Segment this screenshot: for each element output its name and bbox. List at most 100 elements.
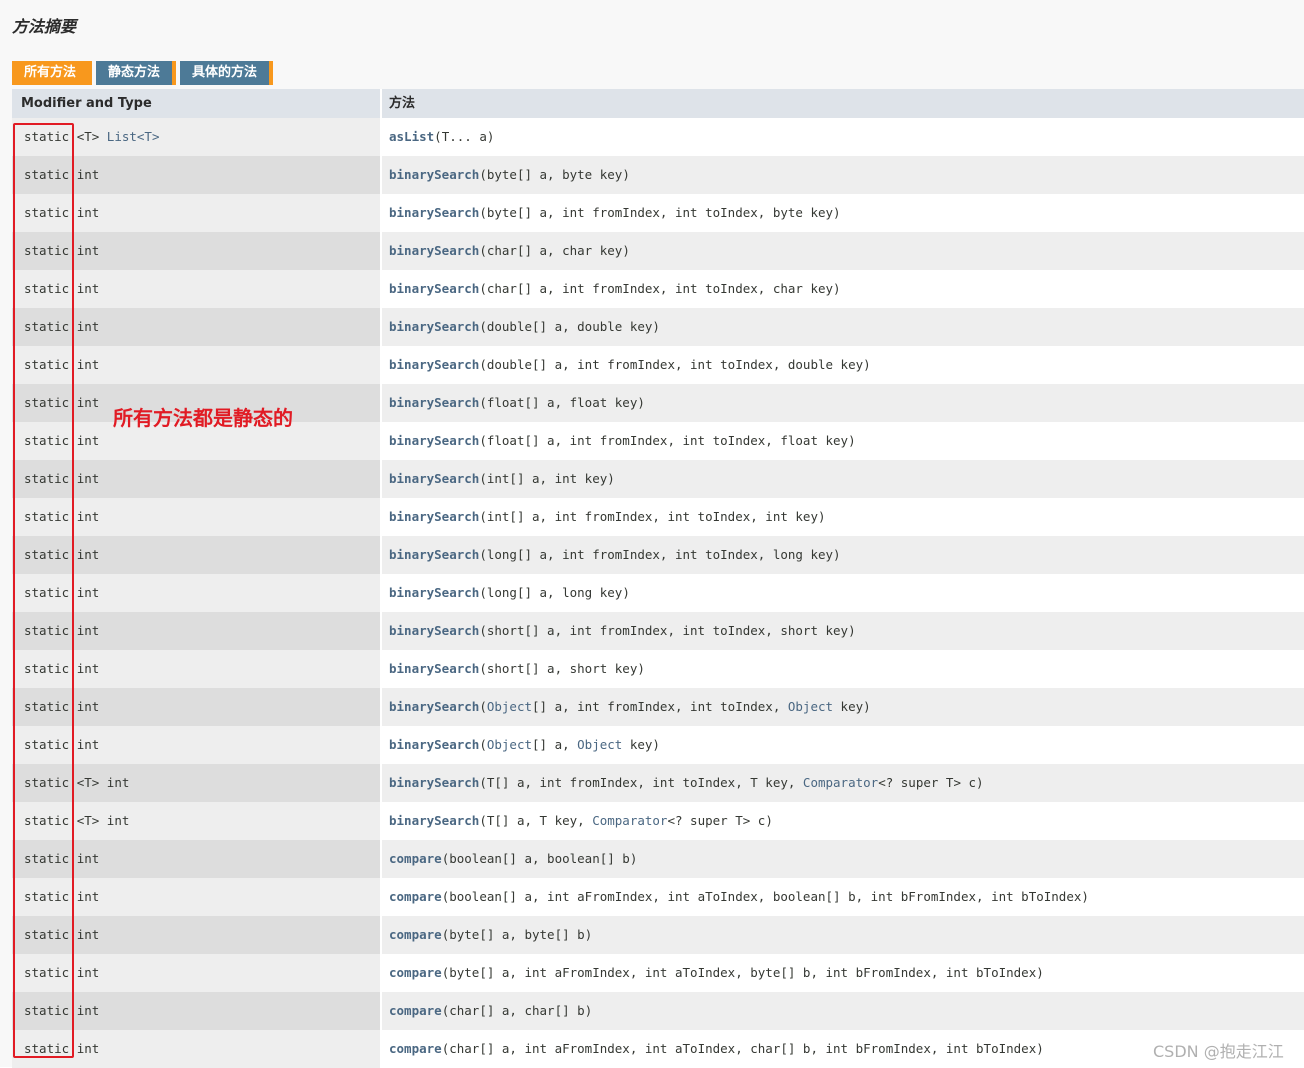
method-link[interactable]: binarySearch (389, 471, 479, 486)
return-type: int (76, 927, 100, 942)
return-type: int (76, 471, 100, 486)
method-signature-cell: binarySearch(int[] a, int fromIndex, int… (382, 498, 1304, 536)
return-type: int (76, 585, 100, 600)
modifier-type-cell: static int (12, 194, 382, 232)
table-row: static int compare(char[] a, int aFromInd… (12, 1030, 1304, 1068)
method-rows: static <T> List<T> asList(T... a) static i… (12, 118, 1304, 1068)
type-link[interactable]: Object (487, 737, 532, 752)
method-link[interactable]: binarySearch (389, 167, 479, 182)
type-link[interactable]: Comparator (803, 775, 878, 790)
table-row: static int compare(boolean[] a, int aFrom… (12, 878, 1304, 916)
method-link[interactable]: binarySearch (389, 699, 479, 714)
method-link[interactable]: compare (389, 1041, 442, 1056)
method-link[interactable]: binarySearch (389, 775, 479, 790)
modifier-keyword: static (24, 243, 70, 258)
return-type: int (76, 395, 100, 410)
return-type: int (76, 205, 100, 220)
method-params: short[] a, int fromIndex, int toIndex, s… (486, 623, 849, 638)
method-params: boolean[] a, boolean[] b (449, 851, 630, 866)
method-signature-cell: compare(byte[] a, byte[] b) (382, 916, 1304, 954)
method-summary: 方法摘要 所有方法 静态方法 具体的方法 Modifier and Type 方… (0, 0, 1304, 1068)
method-link[interactable]: binarySearch (389, 281, 479, 296)
method-link[interactable]: compare (389, 851, 442, 866)
method-link[interactable]: compare (389, 927, 442, 942)
method-link[interactable]: binarySearch (389, 585, 479, 600)
method-signature-cell: binarySearch(T[] a, T key, Comparator<? … (382, 802, 1304, 840)
table-row: static <T> List<T> asList(T... a) (12, 118, 1304, 156)
method-signature-cell: compare(boolean[] a, boolean[] b) (382, 840, 1304, 878)
method-signature-cell: binarySearch(float[] a, int fromIndex, i… (382, 422, 1304, 460)
method-signature-cell: compare(boolean[] a, int aFromIndex, int… (382, 878, 1304, 916)
method-signature-cell: binarySearch(char[] a, int fromIndex, in… (382, 270, 1304, 308)
table-row: static int compare(byte[] a, byte[] b) (12, 916, 1304, 954)
return-type: int (76, 357, 100, 372)
method-link[interactable]: binarySearch (389, 661, 479, 676)
method-link[interactable]: binarySearch (389, 623, 479, 638)
method-params: T[] a, T key, (486, 813, 593, 828)
method-signature-cell: asList(T... a) (382, 118, 1304, 156)
type-link[interactable]: Comparator (592, 813, 667, 828)
method-link[interactable]: binarySearch (389, 395, 479, 410)
modifier-type-cell: static <T> int (12, 764, 382, 802)
method-params: short[] a, short key (486, 661, 638, 676)
method-params: byte[] a, byte[] b (449, 927, 585, 942)
method-params: T[] a, int fromIndex, int toIndex, T key… (486, 775, 803, 790)
modifier-keyword: static (24, 623, 70, 638)
table-row: static <T> int binarySearch(T[] a, T key,… (12, 802, 1304, 840)
method-signature-cell: binarySearch(double[] a, double key) (382, 308, 1304, 346)
method-link[interactable]: compare (389, 1003, 442, 1018)
type-link[interactable]: Object (577, 737, 622, 752)
table-row: static int binarySearch(long[] a, long ke… (12, 574, 1304, 612)
method-link[interactable]: binarySearch (389, 813, 479, 828)
method-link[interactable]: binarySearch (389, 547, 479, 562)
method-link[interactable]: binarySearch (389, 243, 479, 258)
generic-parameter: <T> (76, 129, 100, 144)
return-type: int (76, 661, 100, 676)
method-params: double[] a, int fromIndex, int toIndex, … (486, 357, 864, 372)
modifier-keyword: static (24, 205, 70, 220)
return-type: int (76, 1041, 100, 1056)
method-link[interactable]: asList (389, 129, 434, 144)
method-link[interactable]: binarySearch (389, 433, 479, 448)
modifier-keyword: static (24, 927, 70, 942)
modifier-type-cell: static int (12, 156, 382, 194)
return-type: int (76, 889, 100, 904)
method-params: long[] a, int fromIndex, int toIndex, lo… (486, 547, 834, 562)
method-link[interactable]: binarySearch (389, 205, 479, 220)
modifier-type-cell: static int (12, 232, 382, 270)
method-params: byte[] a, int aFromIndex, int aToIndex, … (449, 965, 1037, 980)
method-signature-cell: binarySearch(byte[] a, byte key) (382, 156, 1304, 194)
method-params: byte[] a, int fromIndex, int toIndex, by… (486, 205, 834, 220)
watermark: CSDN @抱走江江 (1153, 1042, 1284, 1061)
type-link[interactable]: Object (487, 699, 532, 714)
return-type: int (76, 433, 100, 448)
method-link[interactable]: binarySearch (389, 319, 479, 334)
return-type[interactable]: List<T> (107, 129, 160, 144)
method-link[interactable]: compare (389, 965, 442, 980)
table-row: static int compare(char[] a, char[] b) (12, 992, 1304, 1030)
table-row: static int binarySearch(double[] a, doubl… (12, 308, 1304, 346)
type-link[interactable]: Object (788, 699, 833, 714)
table-row: static int binarySearch(int[] a, int key) (12, 460, 1304, 498)
method-link[interactable]: binarySearch (389, 509, 479, 524)
method-link[interactable]: binarySearch (389, 357, 479, 372)
method-link[interactable]: compare (389, 889, 442, 904)
modifier-type-cell: static int (12, 954, 382, 992)
modifier-keyword: static (24, 737, 70, 752)
method-params: long[] a, long key (486, 585, 623, 600)
modifier-keyword: static (24, 281, 70, 296)
modifier-type-cell: static int (12, 612, 382, 650)
method-signature-cell: compare(byte[] a, int aFromIndex, int aT… (382, 954, 1304, 992)
modifier-keyword: static (24, 319, 70, 334)
return-type: int (76, 851, 100, 866)
modifier-type-cell: static <T> List<T> (12, 118, 382, 156)
method-params: int[] a, int fromIndex, int toIndex, int… (486, 509, 818, 524)
method-params: float[] a, int fromIndex, int toIndex, f… (486, 433, 849, 448)
tab-all-methods[interactable]: 所有方法 (12, 61, 93, 85)
tab-static-methods[interactable]: 静态方法 (96, 61, 177, 85)
method-link[interactable]: binarySearch (389, 737, 479, 752)
tab-concrete-methods[interactable]: 具体的方法 (180, 61, 274, 85)
column-header-method: 方法 (389, 96, 416, 111)
method-signature-cell: binarySearch(byte[] a, int fromIndex, in… (382, 194, 1304, 232)
annotation-label: 所有方法都是静态的 (113, 406, 293, 430)
